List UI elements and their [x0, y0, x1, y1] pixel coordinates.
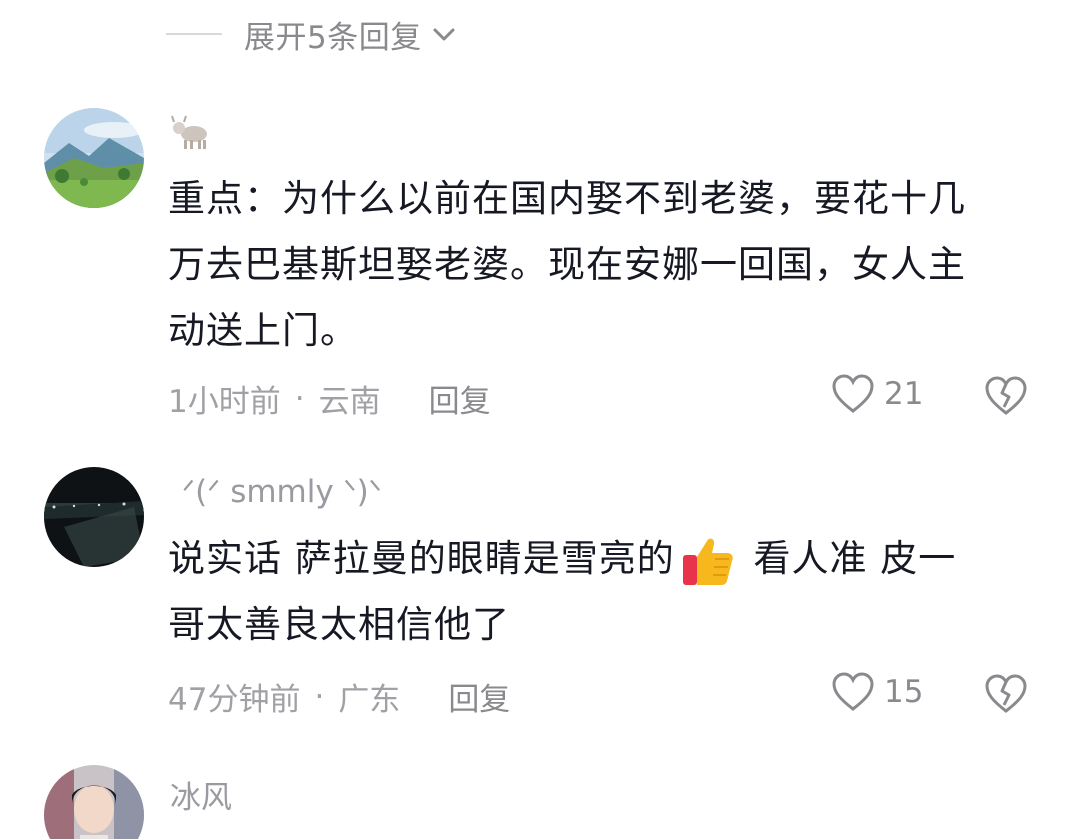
reply-button[interactable]: 回复	[448, 674, 510, 719]
heart-icon	[832, 374, 874, 413]
username-icon	[170, 114, 212, 158]
expand-divider	[166, 33, 222, 35]
avatar[interactable]	[44, 108, 144, 208]
meta-separator: ·	[314, 678, 325, 715]
comment-meta: 47分钟前 · 广东 回复	[168, 674, 510, 719]
expand-replies-button[interactable]: 展开5条回复	[166, 10, 458, 58]
comment-text-line: 万去巴基斯坦娶老婆。现在安娜一回国，女人主	[168, 243, 966, 286]
comment-text-line: 说实话 萨拉曼的眼睛是雪亮的 看人准 皮一	[168, 526, 1038, 592]
comment-text-part: 看人准 皮一	[740, 537, 957, 580]
avatar[interactable]	[44, 467, 144, 567]
comment-location: 云南	[318, 384, 381, 420]
comment-text-part: 说实话 萨拉曼的眼睛是雪亮的	[168, 537, 675, 580]
comment-time: 47分钟前	[168, 682, 301, 718]
comment-location: 广东	[338, 682, 401, 718]
broken-heart-icon[interactable]	[983, 375, 1029, 417]
username: 冰风	[170, 780, 232, 816]
like-count: 21	[884, 376, 924, 412]
comment-list: 展开5条回复 重点：为什么以前在国内娶不到老婆，要花十几 万去巴基斯坦娶老婆。现…	[0, 0, 1079, 839]
comment-text-line: 动送上门。	[168, 309, 358, 352]
meta-separator: ·	[294, 380, 305, 417]
expand-replies-label: 展开5条回复	[244, 19, 422, 56]
comment-text-line: 哥太善良太相信他了	[168, 603, 510, 646]
comment-time: 1小时前	[168, 384, 281, 420]
comment-text: 重点：为什么以前在国内娶不到老婆，要花十几 万去巴基斯坦娶老婆。现在安娜一回国，…	[168, 166, 1038, 364]
thumbs-up-icon	[682, 538, 733, 585]
heart-icon	[832, 672, 874, 711]
comment-text-line: 重点：为什么以前在国内娶不到老婆，要花十几	[168, 177, 966, 220]
like-button[interactable]: 15	[830, 671, 923, 713]
avatar[interactable]	[44, 765, 144, 839]
comment-text: 说实话 萨拉曼的眼睛是雪亮的 看人准 皮一 哥太善良太相信他了	[168, 526, 1038, 658]
username: ᐟ(ᐟ smmly ᐠ)ᐠ	[182, 474, 382, 510]
broken-heart-icon[interactable]	[983, 673, 1029, 715]
chevron-down-icon	[433, 28, 455, 41]
reply-button[interactable]: 回复	[429, 376, 491, 421]
like-count: 15	[884, 674, 924, 710]
comment-meta: 1小时前 · 云南 回复	[168, 376, 491, 421]
like-button[interactable]: 21	[830, 373, 923, 415]
